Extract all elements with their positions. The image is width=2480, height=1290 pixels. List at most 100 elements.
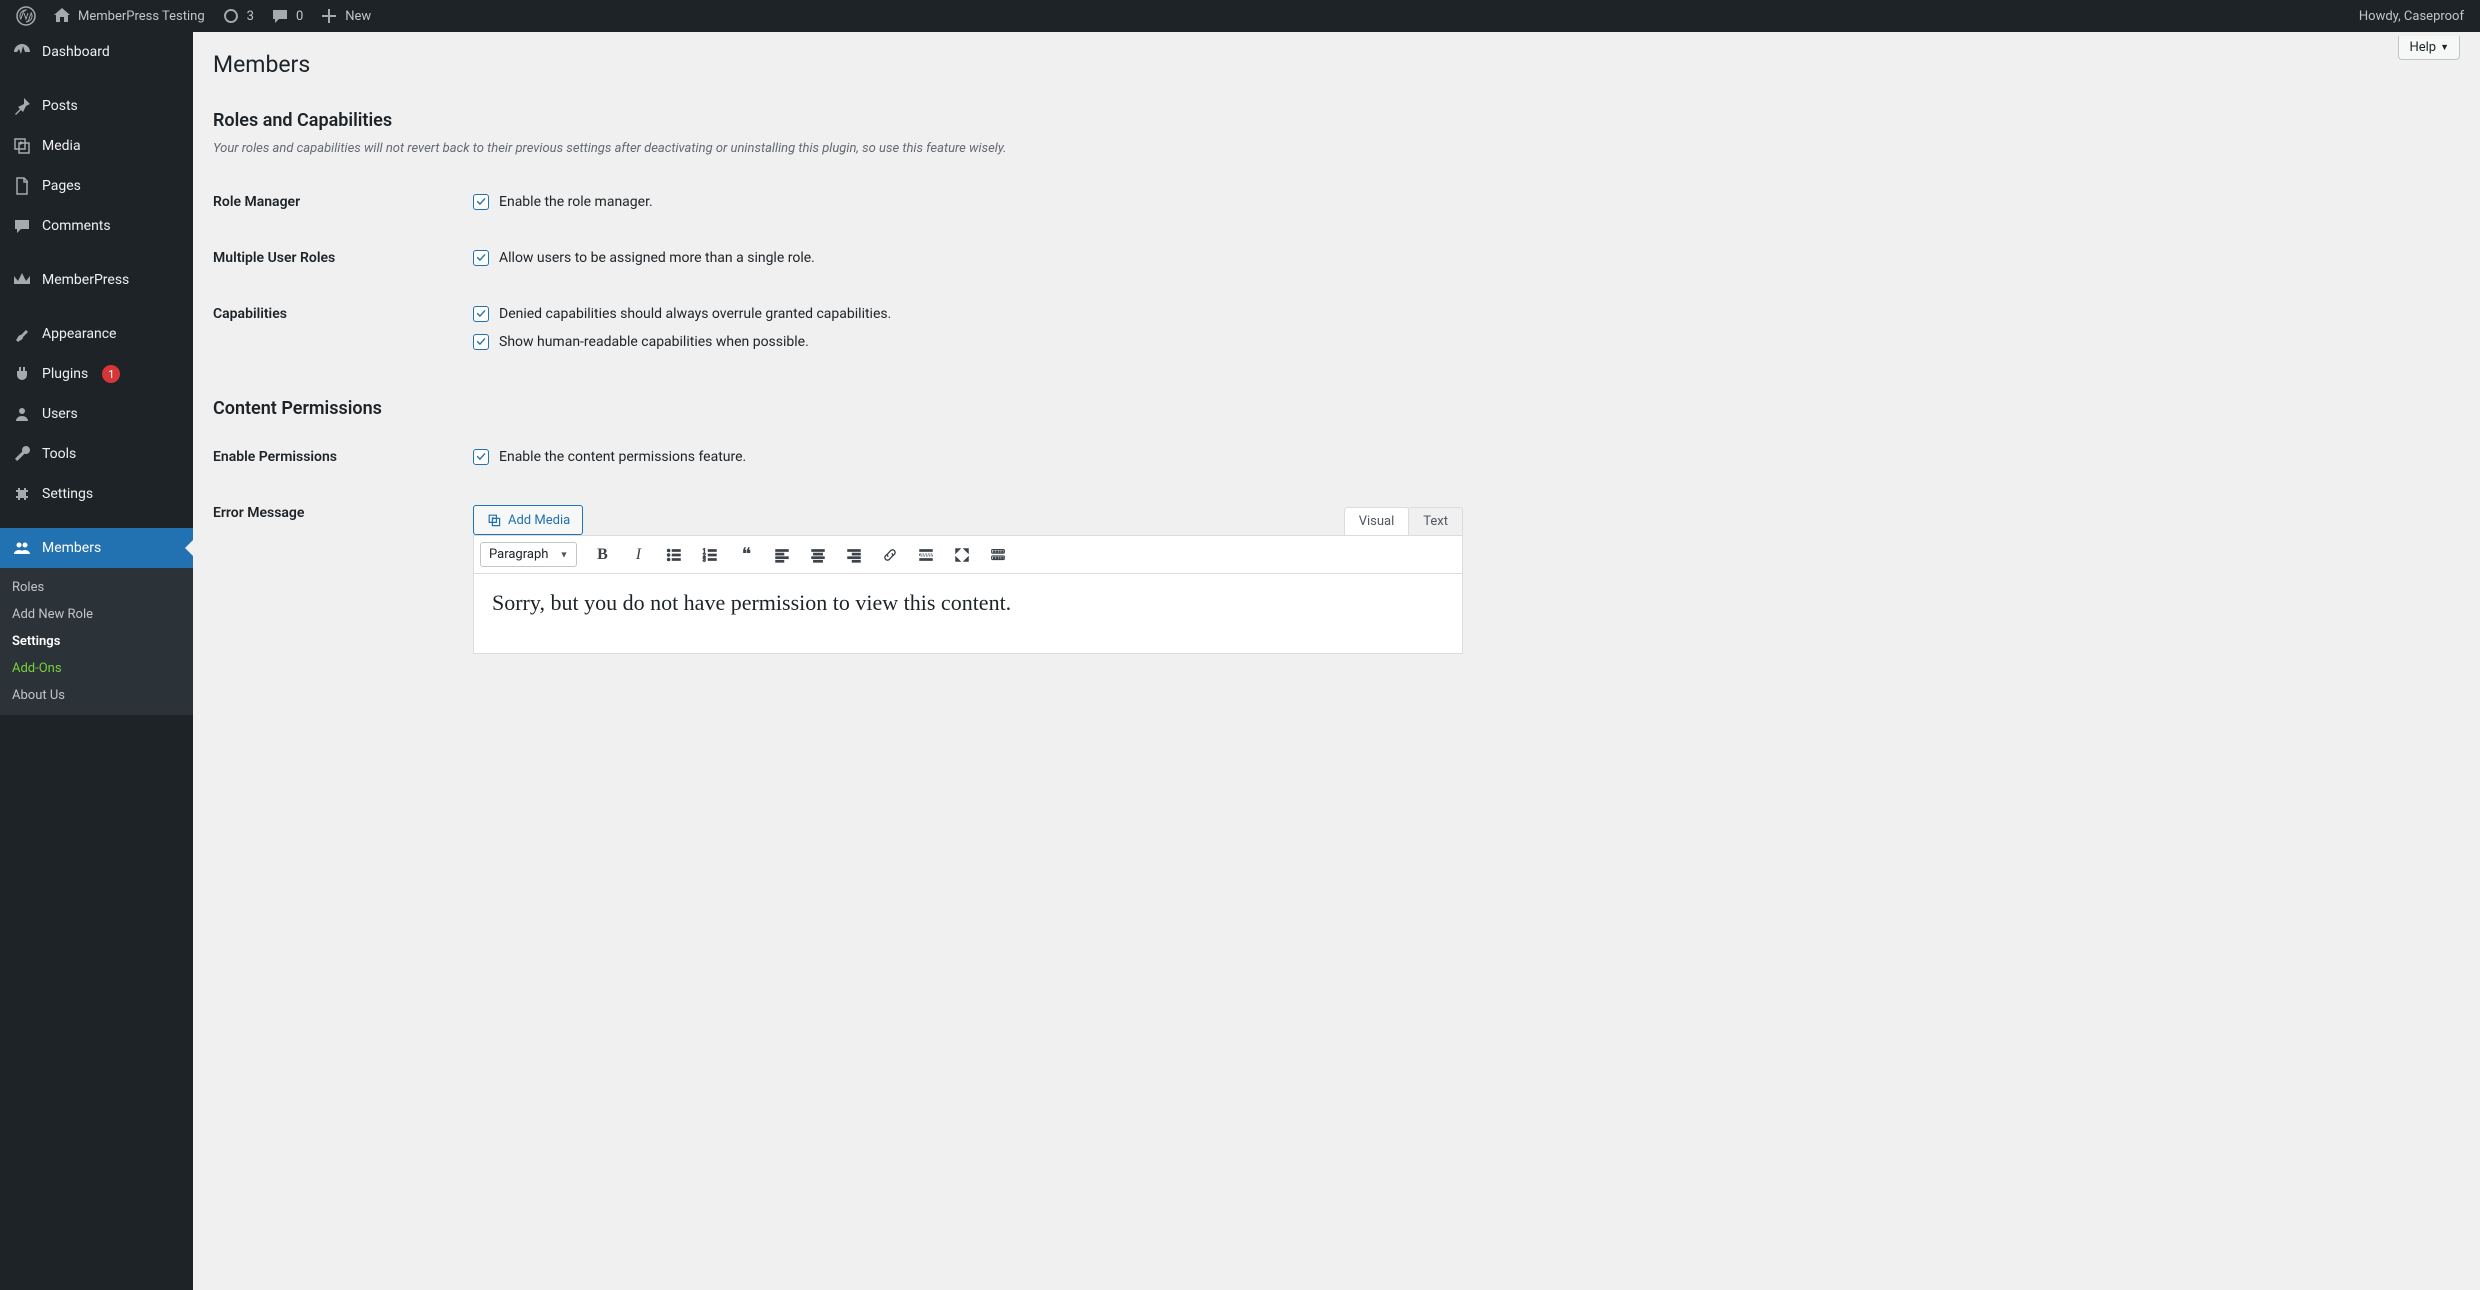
- content-area: Help ▼ Members Roles and Capabilities Yo…: [193, 32, 2480, 1290]
- row-label-multiple-user-roles: Multiple User Roles: [213, 230, 473, 286]
- insert-more-button[interactable]: [915, 544, 937, 566]
- fullscreen-button[interactable]: [951, 544, 973, 566]
- editor-content-area[interactable]: Sorry, but you do not have permission to…: [473, 574, 1463, 654]
- row-label-error-message: Error Message: [213, 485, 473, 674]
- ordered-list-button[interactable]: 123: [699, 544, 721, 566]
- denied-capabilities-checkbox[interactable]: [473, 306, 489, 322]
- align-left-button[interactable]: [771, 544, 793, 566]
- editor-tab-text[interactable]: Text: [1408, 507, 1463, 535]
- sidebar-item-members[interactable]: Members: [0, 528, 193, 568]
- help-label: Help: [2409, 40, 2436, 55]
- enable-permissions-checkbox[interactable]: [473, 449, 489, 465]
- updates-link[interactable]: 3: [213, 0, 262, 32]
- sidebar-item-label: Users: [42, 406, 78, 422]
- role-manager-checkbox[interactable]: [473, 194, 489, 210]
- sidebar-item-memberpress[interactable]: MemberPress: [0, 260, 193, 300]
- sidebar-item-label: Appearance: [42, 326, 116, 342]
- denied-capabilities-checkbox-label: Denied capabilities should always overru…: [499, 306, 891, 322]
- home-icon: [52, 6, 72, 26]
- italic-button[interactable]: I: [627, 544, 649, 566]
- section-heading-roles: Roles and Capabilities: [213, 110, 2460, 131]
- sidebar-item-tools[interactable]: Tools: [0, 434, 193, 474]
- align-center-button[interactable]: [807, 544, 829, 566]
- bold-button[interactable]: B: [591, 544, 613, 566]
- admin-sidebar: Dashboard Posts Media Pages Comments Mem…: [0, 32, 193, 1290]
- refresh-icon: [221, 6, 241, 26]
- bullet-list-button[interactable]: [663, 544, 685, 566]
- link-button[interactable]: [879, 544, 901, 566]
- plugins-badge: 1: [102, 365, 120, 383]
- howdy-link[interactable]: Howdy, Caseproof: [2351, 0, 2472, 32]
- plug-icon: [12, 364, 32, 384]
- sidebar-item-comments[interactable]: Comments: [0, 206, 193, 246]
- plus-icon: [319, 6, 339, 26]
- sidebar-item-dashboard[interactable]: Dashboard: [0, 32, 193, 72]
- comments-link[interactable]: 0: [262, 0, 311, 32]
- sidebar-item-pages[interactable]: Pages: [0, 166, 193, 206]
- role-manager-checkbox-label: Enable the role manager.: [499, 194, 653, 210]
- editor-tab-visual[interactable]: Visual: [1344, 507, 1410, 535]
- sidebar-item-label: Media: [42, 138, 81, 154]
- memberpress-icon: [12, 270, 32, 290]
- editor-toolbar: Paragraph B I 123 ❝: [473, 535, 1463, 574]
- submenu-item-about-us[interactable]: About Us: [0, 682, 193, 709]
- submenu-item-settings[interactable]: Settings: [0, 628, 193, 655]
- sidebar-item-label: Tools: [42, 446, 76, 462]
- sidebar-item-appearance[interactable]: Appearance: [0, 314, 193, 354]
- sidebar-item-label: Pages: [42, 178, 81, 194]
- chevron-down-icon: ▼: [2440, 42, 2449, 53]
- sidebar-item-users[interactable]: Users: [0, 394, 193, 434]
- members-submenu: Roles Add New Role Settings Add-Ons Abou…: [0, 568, 193, 715]
- sidebar-item-plugins[interactable]: Plugins 1: [0, 354, 193, 394]
- help-button[interactable]: Help ▼: [2398, 36, 2460, 60]
- sidebar-item-label: Settings: [42, 486, 93, 502]
- add-media-button[interactable]: Add Media: [473, 505, 583, 535]
- human-readable-checkbox[interactable]: [473, 334, 489, 350]
- toolbar-toggle-button[interactable]: [987, 544, 1009, 566]
- sidebar-item-posts[interactable]: Posts: [0, 86, 193, 126]
- comments-count: 0: [296, 9, 303, 24]
- submenu-item-add-ons[interactable]: Add-Ons: [0, 655, 193, 682]
- section-description-roles: Your roles and capabilities will not rev…: [213, 141, 2460, 156]
- sidebar-item-label: Comments: [42, 218, 111, 234]
- roles-settings-table: Role Manager Enable the role manager. Mu…: [213, 174, 2460, 370]
- enable-permissions-checkbox-label: Enable the content permissions feature.: [499, 449, 746, 465]
- howdy-text: Howdy, Caseproof: [2359, 9, 2464, 24]
- multiple-roles-checkbox[interactable]: [473, 250, 489, 266]
- sidebar-item-settings[interactable]: Settings: [0, 474, 193, 514]
- blockquote-button[interactable]: ❝: [735, 544, 757, 566]
- wp-logo[interactable]: [8, 0, 44, 32]
- sidebar-item-label: Plugins: [42, 366, 88, 382]
- updates-count: 3: [247, 9, 254, 24]
- sidebar-item-label: Dashboard: [42, 44, 110, 60]
- dashboard-icon: [12, 42, 32, 62]
- brush-icon: [12, 324, 32, 344]
- media-icon: [12, 136, 32, 156]
- media-icon: [486, 512, 502, 528]
- wysiwyg-editor: Add Media Visual Text Paragraph B I: [473, 505, 1463, 654]
- sidebar-item-label: MemberPress: [42, 272, 129, 288]
- row-label-enable-permissions: Enable Permissions: [213, 429, 473, 485]
- members-icon: [12, 538, 32, 558]
- section-heading-content-permissions: Content Permissions: [213, 398, 2460, 419]
- submenu-item-roles[interactable]: Roles: [0, 574, 193, 601]
- human-readable-checkbox-label: Show human-readable capabilities when po…: [499, 334, 809, 350]
- submenu-item-add-new-role[interactable]: Add New Role: [0, 601, 193, 628]
- add-media-label: Add Media: [508, 513, 570, 528]
- site-link[interactable]: MemberPress Testing: [44, 0, 213, 32]
- sidebar-item-label: Posts: [42, 98, 78, 114]
- sidebar-item-label: Members: [42, 540, 101, 556]
- new-link[interactable]: New: [311, 0, 379, 32]
- svg-text:3: 3: [703, 557, 706, 563]
- page-icon: [12, 176, 32, 196]
- comment-icon: [12, 216, 32, 236]
- paragraph-select[interactable]: Paragraph: [480, 542, 577, 567]
- wrench-icon: [12, 444, 32, 464]
- align-right-button[interactable]: [843, 544, 865, 566]
- page-title: Members: [213, 42, 2460, 82]
- admin-bar: MemberPress Testing 3 0 New Howdy, Casep…: [0, 0, 2480, 32]
- content-permissions-table: Enable Permissions Enable the content pe…: [213, 429, 2460, 674]
- sidebar-item-media[interactable]: Media: [0, 126, 193, 166]
- new-label: New: [345, 9, 371, 24]
- user-icon: [12, 404, 32, 424]
